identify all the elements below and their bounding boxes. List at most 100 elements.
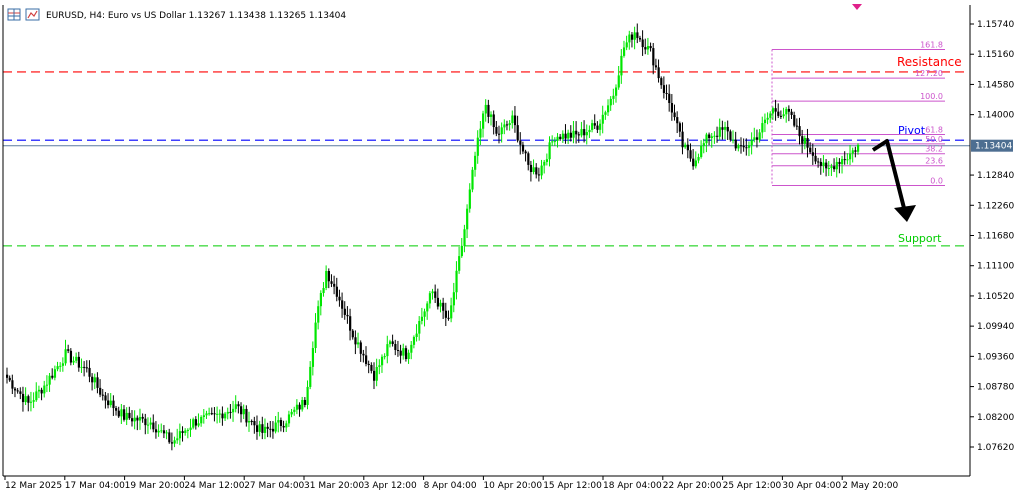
candle-body <box>572 130 575 138</box>
candle-body <box>511 115 514 124</box>
candle-body <box>317 306 320 323</box>
candle-body <box>596 125 599 130</box>
candle-body <box>444 310 447 318</box>
candle-body <box>718 127 721 137</box>
candle-body <box>242 408 245 415</box>
candle-body <box>561 133 565 140</box>
candle-body <box>638 37 642 40</box>
candle-body <box>490 114 493 117</box>
candle-body <box>476 137 479 156</box>
resistance-label: Resistance <box>897 55 962 69</box>
candle-body <box>500 127 503 135</box>
candle-body <box>732 139 735 141</box>
candle-body <box>747 145 751 148</box>
candle-body <box>434 291 437 298</box>
candle-body <box>117 410 120 417</box>
x-tick-label: 8 Apr 04:00 <box>424 481 477 491</box>
y-tick-labels: 1.15740 1.15160 1.14580 1.14000 1.13404 1.128… <box>970 20 1014 453</box>
candle-body <box>455 270 458 293</box>
symbol-info: EURUSD, H4: Euro vs US Dollar 1.13267 1.… <box>46 11 346 21</box>
candle-body <box>178 431 182 439</box>
candle-body <box>545 159 549 162</box>
candle-body <box>229 411 232 413</box>
candle-body <box>673 112 676 118</box>
candle-body <box>372 370 376 381</box>
candle-body <box>798 126 801 137</box>
candle-body <box>245 408 248 423</box>
candle-body <box>604 112 607 115</box>
candle-body <box>681 131 684 148</box>
candle-body <box>306 386 309 405</box>
candle-body <box>474 155 477 170</box>
chart-table-icon[interactable] <box>7 8 21 21</box>
candle-body <box>404 348 408 360</box>
y-tick-label: 1.08200 <box>977 413 1014 423</box>
candle-body <box>349 316 352 331</box>
candle-body <box>314 322 317 349</box>
candle-body <box>37 389 41 392</box>
candle-body <box>426 303 429 312</box>
candle-body <box>745 147 748 149</box>
candle-body <box>849 153 852 160</box>
candle-body <box>452 292 455 306</box>
candle-body <box>599 123 602 130</box>
candle-body <box>61 363 65 366</box>
candle-body <box>811 152 814 156</box>
candle-body <box>657 67 660 79</box>
candle-body <box>766 117 769 120</box>
candle-body <box>104 395 107 401</box>
candle-body <box>301 399 304 410</box>
candle-body <box>208 413 211 415</box>
candle-body <box>386 344 389 357</box>
candle-body <box>40 389 43 394</box>
candle-body <box>365 355 368 364</box>
candle-body <box>819 161 822 166</box>
candle-body <box>83 366 86 368</box>
y-tick-label: 1.15740 <box>977 20 1014 30</box>
candle-body <box>822 162 825 166</box>
candle-body <box>644 47 647 50</box>
candle-body <box>468 189 471 209</box>
candle-body <box>620 55 623 76</box>
candle-body <box>343 308 346 315</box>
candle-body <box>295 404 299 410</box>
candle-body <box>128 412 131 419</box>
x-tick-label: 17 Mar 04:00 <box>65 481 125 491</box>
candle-body <box>144 418 147 426</box>
candles-type-icon[interactable] <box>25 8 40 21</box>
candle-body <box>614 87 618 96</box>
candle-body <box>535 167 538 175</box>
candle-body <box>487 104 490 117</box>
candle-body <box>77 356 81 368</box>
candle-body <box>341 300 344 309</box>
price-chart[interactable]: Resistance Pivot Support 161.8 127.20 100.0 6… <box>0 0 1024 497</box>
candle-body <box>585 132 588 136</box>
fib-level-label: 38.2 <box>925 145 943 154</box>
candle-body <box>423 311 426 317</box>
candle-body <box>654 65 658 68</box>
y-tick-label: 1.11100 <box>977 262 1014 272</box>
candle-body <box>569 132 572 138</box>
candle-body <box>200 416 203 424</box>
candle-body <box>505 124 509 126</box>
candle-body <box>692 158 695 167</box>
candle-body <box>857 144 860 152</box>
candle-body <box>96 377 99 388</box>
candle-body <box>258 424 261 432</box>
candle-body <box>93 377 96 383</box>
candle-body <box>189 427 192 430</box>
candle-body <box>630 34 634 40</box>
candle-body <box>11 380 14 389</box>
candle-body <box>173 440 176 444</box>
candle-body <box>625 42 628 48</box>
candle-body <box>769 113 772 118</box>
candle-body <box>290 411 293 415</box>
candle-body <box>484 104 487 114</box>
candle-body <box>609 98 612 106</box>
candle-body <box>721 127 724 130</box>
candle-body <box>521 144 525 152</box>
candle-body <box>146 424 150 426</box>
candle-body <box>463 229 466 246</box>
candle-body <box>694 160 697 167</box>
candle-body <box>793 114 796 126</box>
